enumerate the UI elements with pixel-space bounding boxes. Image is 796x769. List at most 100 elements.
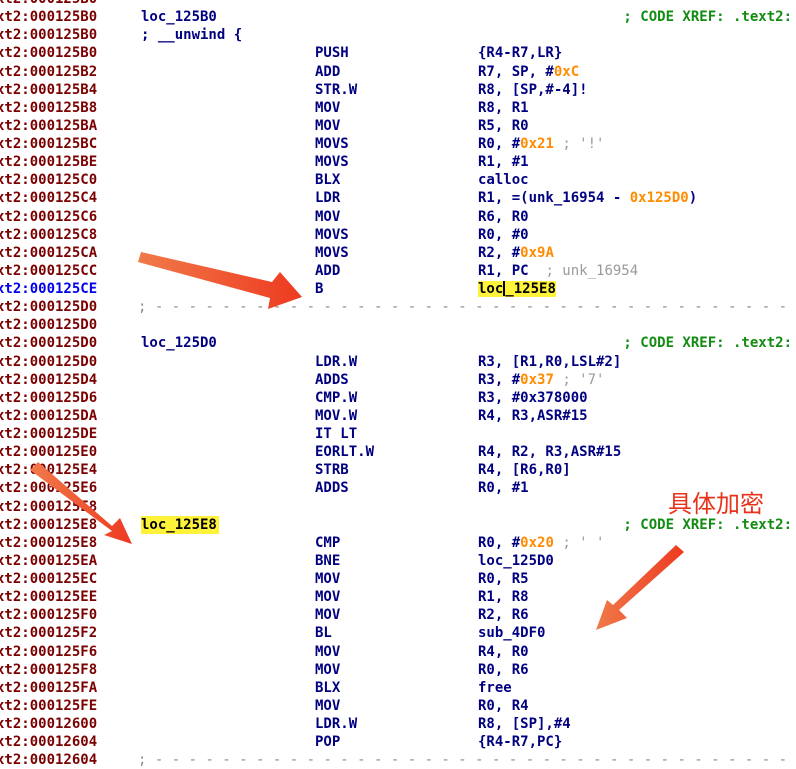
instruction-operands[interactable]: R2, #0x9A [478,244,554,262]
line-address: xt2:000125F2 [0,625,98,642]
instruction-operands[interactable]: R3, #0x378000 [478,389,588,407]
instruction-mnemonic: MOVS [315,244,349,261]
instruction-operands[interactable]: R6, R0 [478,208,529,226]
xref-comment[interactable]: ; CODE XREF: .text2: [623,334,792,352]
listing-line[interactable]: xt2:000125CC ADD R1, PC ; unk_16954 [0,262,796,280]
instruction-operands[interactable]: sub_4DF0 [478,624,545,642]
instruction-operands[interactable]: R0, R4 [478,697,529,715]
instruction-operands[interactable]: R3, #0x37 ; '7' [478,371,604,389]
instruction-operands[interactable]: R4, R0 [478,643,529,661]
listing-line[interactable]: xt2:000125C4 LDR R1, =(unk_16954 - 0x125D0… [0,189,796,207]
listing-line[interactable]: xt2:000125BE MOVS R1, #1 [0,153,796,171]
listing-line[interactable]: xt2:000125CE Bloc _125E8 [0,280,796,298]
line-address: xt2:000125D0 [0,299,98,316]
instruction-mnemonic: LDR [315,190,341,207]
instruction-operands[interactable]: R4, [R6,R0] [478,461,571,479]
instruction-operands[interactable]: R3, [R1,R0,LSL#2] [478,353,621,371]
line-address: xt2:000125B8 [0,99,98,116]
instruction-operands[interactable]: {R4-R7,LR} [478,44,562,62]
instruction-operands[interactable]: free [478,679,512,697]
code-label[interactable]: loc_125E8 [141,515,219,534]
listing-line[interactable]: xt2:000125E4 STRB R4, [R6,R0] [0,461,796,479]
instruction-operands[interactable]: R0, #1 [478,479,529,497]
listing-line[interactable]: xt2:000125B2 ADD R7, SP, #0xC [0,63,796,81]
listing-line[interactable]: xt2:000125EC MOV R0, R5 [0,570,796,588]
instruction-operands[interactable]: R5, R0 [478,117,529,135]
code-label[interactable]: loc_125B0 [141,8,217,26]
listing-line[interactable]: xt2:00012604 ; - - - - - - - - - - - - - … [0,751,796,769]
listing-line[interactable]: xt2:000125D0 ; - - - - - - - - - - - - - … [0,298,796,316]
listing-line[interactable]: xt2:000125D6 CMP.W R3, #0x378000 [0,389,796,407]
line-address: xt2:000125EA [0,552,98,569]
listing-line[interactable]: xt2:000125C0 BLX calloc [0,171,796,189]
instruction-operands[interactable]: R2, R6 [478,606,529,624]
instruction-operands[interactable]: R8, [SP],#4 [478,715,571,733]
listing-line[interactable]: xt2:000125FE MOV R0, R4 [0,697,796,715]
line-address: xt2:000125B0 [0,9,98,26]
line-address: xt2:000125D0 [0,353,98,370]
line-address: xt2:000125B4 [0,81,98,98]
listing-line[interactable]: xt2:000125D0 loc_125D0 ; CODE XREF: .text2… [0,334,796,352]
instruction-operands[interactable]: R1, =(unk_16954 - 0x125D0) [478,189,697,207]
listing-line[interactable]: xt2:000125B4 STR.W R8, [SP,#-4]! [0,81,796,99]
listing-line[interactable]: xt2:000125F8 MOV R0, R6 [0,661,796,679]
instruction-operands[interactable]: R4, R2, R3,ASR#15 [478,443,621,461]
listing-line[interactable]: xt2:000125D0 [0,316,796,334]
instruction-operands[interactable]: R4, R3,ASR#15 [478,407,588,425]
listing-line[interactable]: xt2:000125BC MOVS R0, #0x21 ; '!' [0,135,796,153]
listing-line[interactable]: xt2:000125E8 CMP R0, #0x20 ; ' ' [0,534,796,552]
listing-line[interactable]: xt2:000125C8 MOVS R0, #0 [0,226,796,244]
listing-line[interactable]: xt2:000125F2 BL sub_4DF0 [0,624,796,642]
separator-line: ; - - - - - - - - - - - - - - - - - - - … [138,299,796,316]
code-label[interactable]: loc_125D0 [141,334,217,352]
listing-line[interactable]: xt2:000125E0 EORLT.W R4, R2, R3,ASR#15 [0,443,796,461]
instruction-operands[interactable]: R0, #0x21 ; '!' [478,135,604,153]
line-address: xt2:000125E8 [0,516,98,533]
listing-line[interactable]: xt2:000125F0 MOV R2, R6 [0,606,796,624]
line-address: xt2:000125DE [0,426,98,442]
instruction-operands[interactable]: R1, R8 [478,588,529,606]
listing-line[interactable]: xt2:000125CA MOVS R2, #0x9A [0,244,796,262]
listing-line[interactable]: xt2:000125B0 [0,0,796,8]
instruction-mnemonic: ADD [315,63,341,80]
listing-line[interactable]: xt2:000125B8 MOV R8, R1 [0,99,796,117]
instruction-mnemonic: MOV [315,208,341,225]
instruction-operands[interactable]: loc _125E8 [478,280,556,298]
code-label[interactable]: ; __unwind { [141,26,242,44]
listing-line[interactable]: xt2:000125F6 MOV R4, R0 [0,643,796,661]
instruction-operands[interactable]: R0, R6 [478,661,529,679]
listing-line[interactable]: xt2:000125DE IT LT [0,425,796,443]
instruction-operands[interactable]: R0, #0x20 ; ' ' [478,534,604,552]
instruction-operands[interactable]: R0, #0 [478,226,529,244]
instruction-operands[interactable]: calloc [478,171,529,189]
instruction-operands[interactable]: loc_125D0 [478,552,554,570]
listing-line[interactable]: xt2:000125B0 ; __unwind { [0,26,796,44]
line-address: xt2:000125CE [0,281,98,297]
instruction-operands[interactable]: R8, R1 [478,99,529,117]
instruction-operands[interactable]: R0, R5 [478,570,529,588]
instruction-operands[interactable]: {R4-R7,PC} [478,733,562,751]
listing-line[interactable]: xt2:00012600 LDR.W R8, [SP],#4 [0,715,796,733]
line-address: xt2:00012604 [0,734,98,751]
listing-line[interactable]: xt2:00012604 POP {R4-R7,PC} [0,733,796,751]
listing-line[interactable]: xt2:000125B0 PUSH {R4-R7,LR} [0,44,796,62]
listing-line[interactable]: xt2:000125EE MOV R1, R8 [0,588,796,606]
listing-line[interactable]: xt2:000125C6 MOV R6, R0 [0,208,796,226]
line-address: xt2:000125B0 [0,27,98,44]
instruction-mnemonic: LDR.W [315,353,358,370]
listing-line[interactable]: xt2:000125D4 ADDS R3, #0x37 ; '7' [0,371,796,389]
instruction-operands[interactable]: R1, PC ; unk_16954 [478,262,638,280]
instruction-mnemonic: LDR.W [315,716,358,732]
annotation-label: 具体加密 [668,490,764,518]
instruction-mnemonic: POP [315,734,341,751]
listing-line[interactable]: xt2:000125DA MOV.W R4, R3,ASR#15 [0,407,796,425]
xref-comment[interactable]: ; CODE XREF: .text2: [623,8,792,26]
instruction-operands[interactable]: R7, SP, #0xC [478,63,579,81]
listing-line[interactable]: xt2:000125FA BLX free [0,679,796,697]
instruction-operands[interactable]: R1, #1 [478,153,529,171]
listing-line[interactable]: xt2:000125B0 loc_125B0 ; CODE XREF: .text2… [0,8,796,26]
listing-line[interactable]: xt2:000125BA MOV R5, R0 [0,117,796,135]
listing-line[interactable]: xt2:000125D0 LDR.W R3, [R1,R0,LSL#2] [0,353,796,371]
instruction-operands[interactable]: R8, [SP,#-4]! [478,81,588,99]
listing-line[interactable]: xt2:000125EA BNE loc_125D0 [0,552,796,570]
